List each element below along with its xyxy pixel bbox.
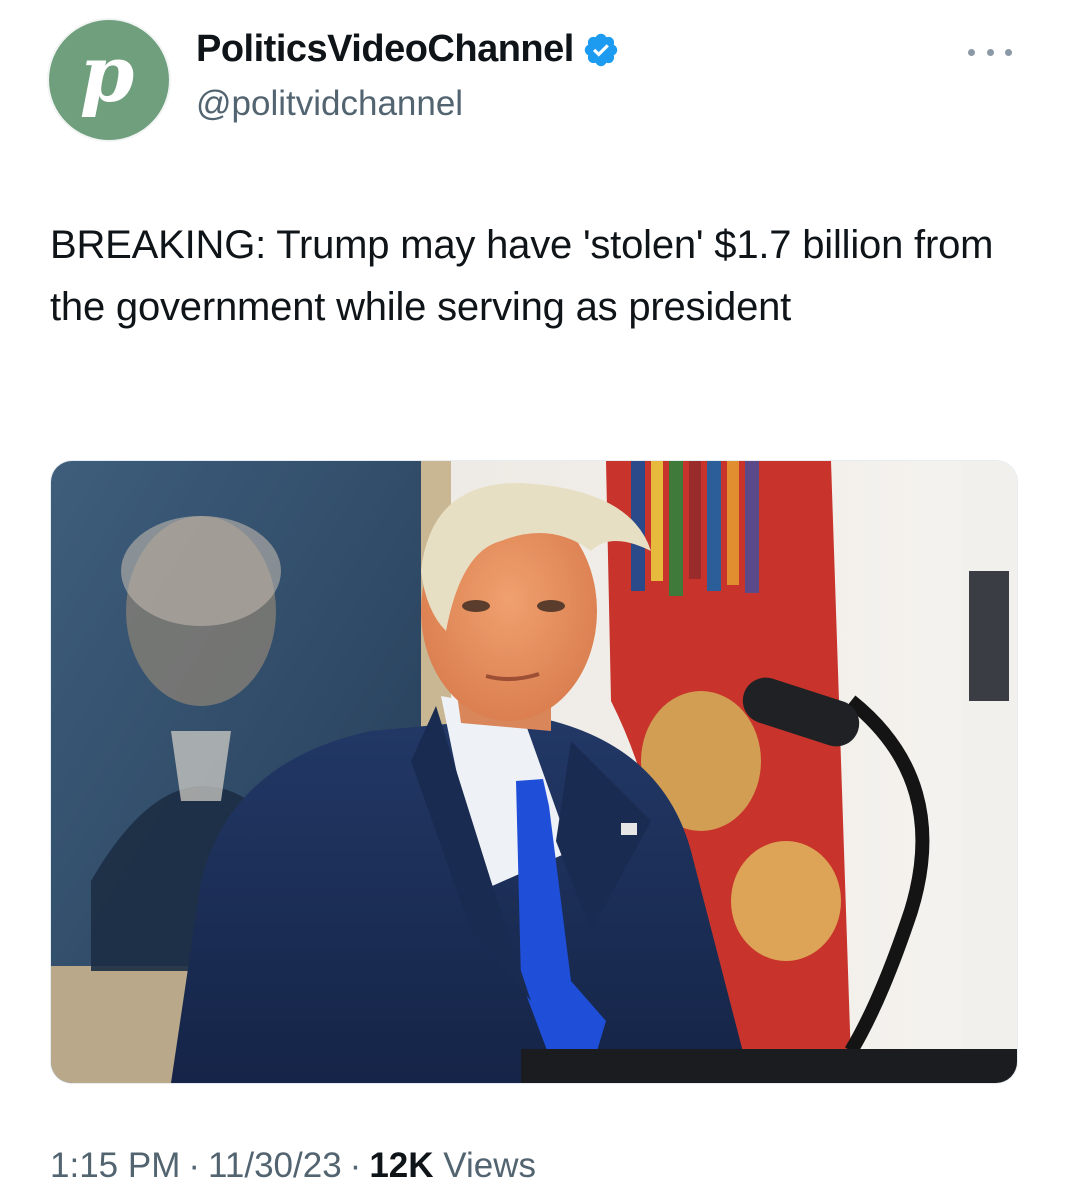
tweet-photo[interactable]	[50, 460, 1018, 1084]
author-name-row: PoliticsVideoChannel	[196, 28, 620, 71]
views-count: 12K	[369, 1146, 434, 1185]
author-handle[interactable]: @politvidchannel	[196, 84, 463, 124]
tweet-text: BREAKING: Trump may have 'stolen' $1.7 b…	[50, 223, 994, 329]
tweet: p PoliticsVideoChannel @politvidchannel …	[0, 0, 1066, 1200]
more-dot	[968, 48, 975, 56]
more-dot	[986, 48, 994, 56]
more-dot	[1005, 48, 1012, 56]
meta-separator: ·	[349, 1146, 362, 1185]
meta-separator: ·	[188, 1146, 201, 1185]
tweet-date[interactable]: 11/30/23	[208, 1146, 342, 1185]
tweet-meta: 1:15 PM · 11/30/23 · 12K Views	[50, 1146, 536, 1186]
author-avatar[interactable]: p	[49, 20, 169, 140]
verified-badge-icon	[584, 33, 618, 66]
tweet-time[interactable]: 1:15 PM	[50, 1146, 180, 1185]
photo-man-at-podium-image	[51, 461, 1017, 1083]
more-options-icon[interactable]	[968, 40, 1012, 64]
author-display-name[interactable]: PoliticsVideoChannel	[196, 28, 574, 71]
views-label: Views	[443, 1146, 537, 1185]
avatar-logo-letter: p	[79, 29, 135, 120]
